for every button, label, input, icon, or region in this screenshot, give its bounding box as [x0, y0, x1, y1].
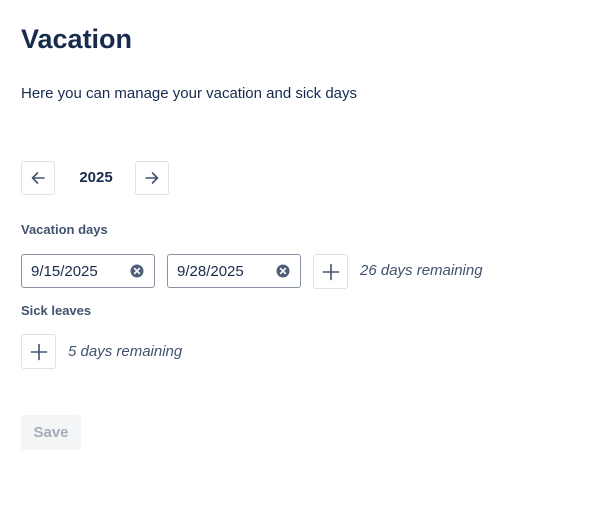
arrow-right-icon: [144, 170, 160, 186]
arrow-left-icon: [30, 170, 46, 186]
plus-icon: [322, 263, 340, 281]
plus-icon: [30, 343, 48, 361]
page-subtitle: Here you can manage your vacation and si…: [21, 85, 358, 102]
sick-leaves-label: Sick leaves: [21, 303, 92, 318]
vacation-start-date-value: 9/15/2025: [31, 262, 98, 280]
vacation-days-label: Vacation days: [21, 222, 108, 237]
sick-days-remaining: 5 days remaining: [68, 343, 183, 360]
add-sick-leave-button[interactable]: [21, 334, 56, 369]
vacation-end-date-input[interactable]: 9/28/2025: [167, 254, 301, 288]
vacation-days-remaining: 26 days remaining: [360, 262, 483, 279]
save-button[interactable]: Save: [21, 415, 81, 450]
vacation-end-date-value: 9/28/2025: [177, 262, 244, 280]
vacation-page: Vacation Here you can manage your vacati…: [0, 0, 606, 507]
add-vacation-button[interactable]: [313, 254, 348, 289]
year-label: 2025: [79, 169, 113, 186]
previous-year-button[interactable]: [21, 161, 55, 195]
vacation-start-date-input[interactable]: 9/15/2025: [21, 254, 155, 288]
clear-circle-icon[interactable]: [130, 264, 144, 278]
clear-circle-icon[interactable]: [276, 264, 290, 278]
page-title: Vacation: [21, 24, 133, 54]
next-year-button[interactable]: [135, 161, 169, 195]
